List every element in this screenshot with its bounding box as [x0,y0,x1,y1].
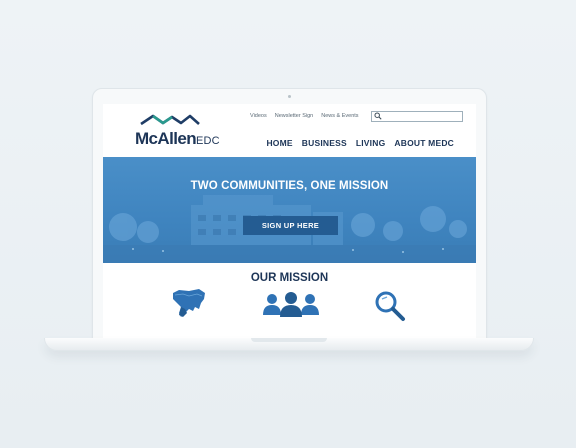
nav-home[interactable]: HOME [266,138,292,148]
util-link-videos[interactable]: Videos [250,113,267,119]
nav-business[interactable]: BUSINESS [302,138,347,148]
nav-about-medc[interactable]: ABOUT MEDC [394,138,454,148]
hero-background-image [103,195,476,263]
search-icon [374,112,382,120]
site-header: McAllenEDC Videos Newsletter Sign News &… [103,104,476,156]
hero-banner: TWO COMMUNITIES, ONE MISSION SIGN UP HER… [103,157,476,263]
laptop-base-notch [251,338,327,342]
laptop-lid: McAllenEDC Videos Newsletter Sign News &… [92,88,487,340]
logo[interactable]: McAllenEDC [135,113,220,148]
camera-dot [288,95,291,98]
hero-title: TWO COMMUNITIES, ONE MISSION [190,180,389,192]
sign-up-button[interactable]: SIGN UP HERE [243,216,338,235]
nav-living[interactable]: LIVING [356,138,386,148]
laptop-base [44,338,534,351]
laptop-screen: McAllenEDC Videos Newsletter Sign News &… [103,104,476,339]
util-link-news-events[interactable]: News & Events [321,113,358,119]
utility-links: Videos Newsletter Sign News & Events [250,113,359,119]
mission-title: OUR MISSION [250,272,329,284]
logo-main-text: McAllen [135,129,197,148]
map-icon [173,289,205,317]
util-link-newsletter[interactable]: Newsletter Sign [275,113,314,119]
main-nav: HOME BUSINESS LIVING ABOUT MEDC [266,138,454,148]
logo-sub-text: EDC [195,135,220,147]
search-input[interactable] [371,111,463,122]
magnifier-icon [375,291,405,321]
logo-wave-icon [140,114,200,126]
people-icon [263,292,319,317]
